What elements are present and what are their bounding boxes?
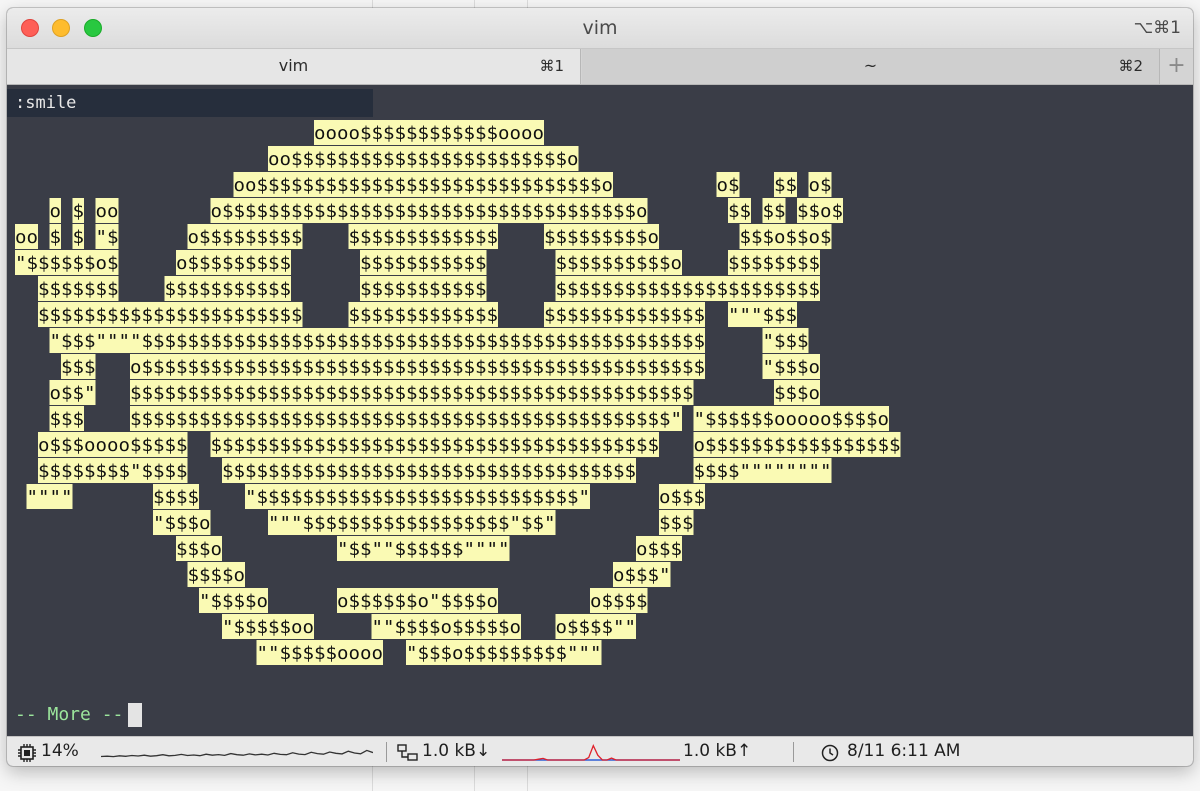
art-line: """" $$$$ "$$$$$$$$$$$$$$$$$$$$$$$$$$$$"… <box>15 487 705 508</box>
sparkline-series <box>502 743 680 761</box>
cpu-usage: 14% <box>41 741 79 761</box>
tab-label: ~ <box>863 56 878 75</box>
terminal-view[interactable]: :smile oooo$$$$$$$$$$$$oooo oo$$$$$$$$$$… <box>7 85 1193 736</box>
title-bar[interactable]: vim ⌥⌘1 <box>7 8 1193 49</box>
art-line: $$$$o o$$$" <box>15 565 671 586</box>
more-prompt: -- More -- <box>15 704 124 725</box>
status-divider <box>386 742 387 762</box>
art-line: "$$$$$$o$ o$$$$$$$$$ $$$$$$$$$$$ $$$$$$$… <box>15 253 820 274</box>
art-line: oo$$$$$$$$$$$$$$$$$$$$$$$$o <box>15 149 579 170</box>
window-shortcut: ⌥⌘1 <box>1133 18 1181 38</box>
sparkline-series <box>101 749 373 758</box>
date-time: 8/11 6:11 AM <box>847 741 961 761</box>
network-download: 1.0 kB↓ <box>422 741 491 761</box>
text-cursor <box>128 703 142 727</box>
art-line: $$$$$$$ $$$$$$$$$$$ $$$$$$$$$$$ $$$$$$$$… <box>15 279 820 300</box>
network-sparkline <box>502 743 680 761</box>
art-line: oo $ $ "$ o$$$$$$$$$ $$$$$$$$$$$$$ $$$$$… <box>15 227 831 248</box>
art-line: o$$$oooo$$$$$ $$$$$$$$$$$$$$$$$$$$$$$$$$… <box>15 435 901 456</box>
art-line: $$$ $$$$$$$$$$$$$$$$$$$$$$$$$$$$$$$$$$$$… <box>15 409 889 430</box>
clock-icon <box>821 744 839 762</box>
tab-home[interactable]: ~ ⌘2 <box>582 49 1160 84</box>
art-line: "$$$$o o$$$$$$o"$$$$o o$$$$ <box>15 591 648 612</box>
status-divider <box>793 742 794 762</box>
tab-vim[interactable]: vim ⌘1 <box>7 49 581 84</box>
tab-label: vim <box>278 56 309 75</box>
smile-ascii-art: oooo$$$$$$$$$$$$oooo oo$$$$$$$$$$$$$$$$$… <box>15 120 901 665</box>
art-line: $$$ o$$$$$$$$$$$$$$$$$$$$$$$$$$$$$$$$$$$… <box>15 357 820 378</box>
art-line: "$$$""""$$$$$$$$$$$$$$$$$$$$$$$$$$$$$$$$… <box>15 331 809 352</box>
art-line: o $ oo o$$$$$$$$$$$$$$$$$$$$$$$$$$$$$$$$… <box>15 201 843 222</box>
art-line: $$$$$$$$$$$$$$$$$$$$$$$ $$$$$$$$$$$$$ $$… <box>15 305 797 326</box>
tab-bar: vim ⌘1 ~ ⌘2 + <box>7 49 1193 85</box>
art-line: oo$$$$$$$$$$$$$$$$$$$$$$$$$$$$$$o o$ $$ … <box>15 175 831 196</box>
art-line: ""$$$$$oooo "$$$o$$$$$$$$$""" <box>15 643 602 664</box>
tab-shortcut: ⌘2 <box>1118 57 1143 75</box>
art-line: $$$o "$$""$$$$$$"""" o$$$ <box>15 539 682 560</box>
new-tab-button[interactable]: + <box>1160 49 1193 84</box>
cpu-sparkline <box>101 749 373 758</box>
terminal-window: vim ⌥⌘1 vim ⌘1 ~ ⌘2 + :smile oooo$$$$$$$… <box>7 8 1193 766</box>
network-upload: 1.0 kB↑ <box>683 741 752 761</box>
art-line: o$$" $$$$$$$$$$$$$$$$$$$$$$$$$$$$$$$$$$$… <box>15 383 820 404</box>
cpu-chip-icon <box>18 744 36 762</box>
window-title: vim <box>582 17 618 39</box>
tab-shortcut: ⌘1 <box>539 57 564 75</box>
art-line: $$$$$$$$"$$$$ $$$$$$$$$$$$$$$$$$$$$$$$$$… <box>15 461 831 482</box>
art-line: oooo$$$$$$$$$$$$oooo <box>15 123 544 144</box>
art-line: "$$$o """$$$$$$$$$$$$$$$$$$"$$" $$$ <box>15 513 694 534</box>
vim-command-line: :smile <box>7 89 373 117</box>
network-icon <box>397 744 418 761</box>
status-bar: 14% 1.0 kB↓ 1.0 kB↑ 8/11 6:11 AM <box>7 736 1193 766</box>
art-line: "$$$$$oo ""$$$$o$$$$$o o$$$$"" <box>15 617 636 638</box>
